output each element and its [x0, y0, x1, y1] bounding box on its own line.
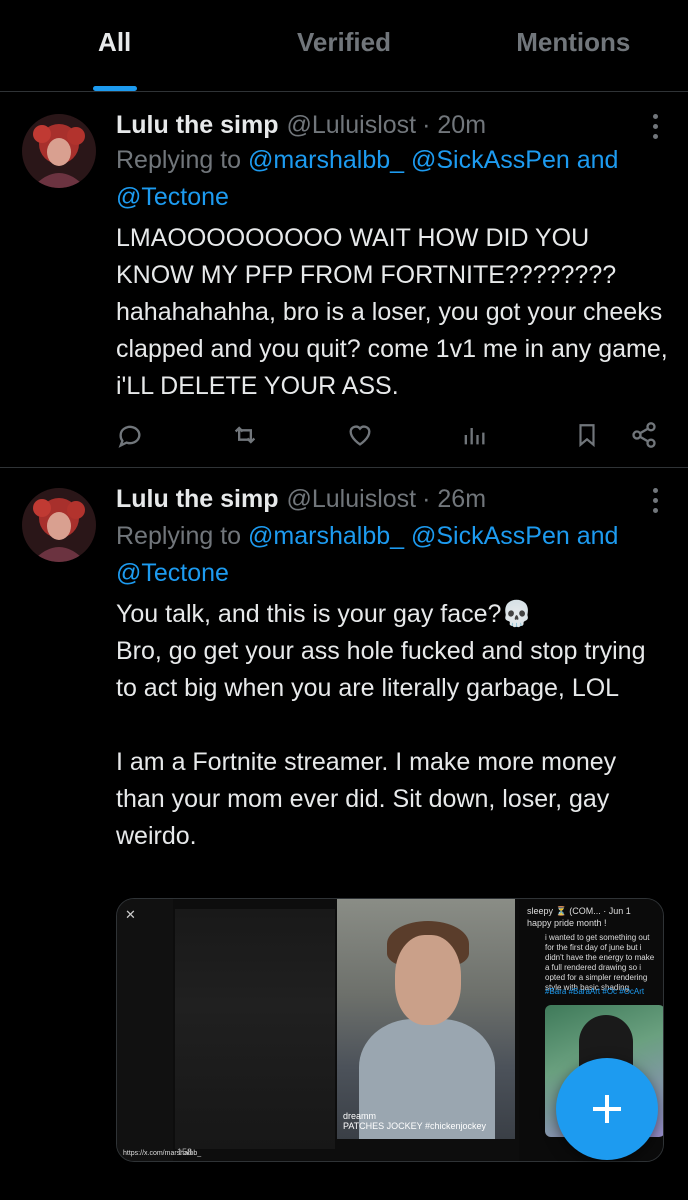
reply-mentions-line2[interactable]: @Tectone: [116, 559, 229, 587]
tweet-time: · 26m: [422, 484, 487, 513]
close-icon: ✕: [125, 907, 136, 922]
embedded-post-header: sleepy ⏳ (COM... · Jun 1 happy pride mon…: [527, 905, 659, 929]
tweet-text-para2: I am a Fortnite streamer. I make more mo…: [116, 748, 617, 850]
video-caption: dreamm PATCHES JOCKEY #chickenjockey: [343, 1111, 486, 1131]
more-options-icon[interactable]: [650, 114, 660, 139]
more-options-icon[interactable]: [650, 488, 660, 513]
video-caption-user: dreamm: [343, 1111, 377, 1121]
reply-icon[interactable]: [116, 421, 144, 449]
avatar[interactable]: [22, 114, 96, 188]
tweet-text-para1: Bro, go get your ass hole fucked and sto…: [116, 637, 646, 702]
tab-mentions[interactable]: Mentions: [459, 0, 688, 91]
author-handle[interactable]: @Luluislost: [287, 111, 417, 140]
tweet-text: You talk, and this is your gay face?💀 Br…: [116, 596, 668, 855]
avatar[interactable]: [22, 488, 96, 562]
media-thumbnail-grid: [175, 909, 335, 1149]
compose-button[interactable]: [556, 1058, 658, 1160]
author-name[interactable]: Lulu the simp: [116, 485, 279, 514]
media-bottom-bar: 158: [177, 1147, 192, 1157]
reply-mentions[interactable]: @marshalbb_ @SickAssPen and: [248, 146, 618, 174]
notification-tabs: All Verified Mentions: [0, 0, 688, 92]
replying-to-prefix: Replying to: [116, 522, 242, 550]
views-count: 158: [177, 1147, 193, 1157]
tweet-header: Lulu the simp @Luluislost · 26m: [116, 482, 664, 516]
media-video-frame: dreamm PATCHES JOCKEY #chickenjockey: [337, 899, 515, 1139]
action-group-right: [574, 421, 658, 449]
tab-verified-label: Verified: [297, 27, 391, 57]
share-icon[interactable]: [630, 421, 658, 449]
video-caption-tags: PATCHES JOCKEY #chickenjockey: [343, 1121, 487, 1131]
author-name[interactable]: Lulu the simp: [116, 111, 279, 140]
embedded-post-user: sleepy ⏳ (COM...: [527, 906, 601, 916]
tab-verified[interactable]: Verified: [229, 0, 458, 91]
active-tab-indicator: [92, 86, 137, 91]
embedded-post-tags: #Bara #BaraArt #Oc #OcArt: [545, 987, 645, 996]
author-handle[interactable]: @Luluislost: [287, 485, 417, 514]
plus-icon: [593, 1095, 621, 1123]
face-shape: [395, 935, 461, 1025]
views-icon[interactable]: [460, 421, 488, 449]
tweet-time: · 20m: [422, 110, 487, 139]
bookmark-icon[interactable]: [574, 421, 600, 449]
replying-to: Replying to @marshalbb_ @SickAssPen and …: [116, 518, 664, 592]
reply-mentions-line2[interactable]: @Tectone: [116, 183, 229, 211]
reply-mentions[interactable]: @marshalbb_ @SickAssPen and: [248, 522, 618, 550]
tweet-text: LMAOOOOOOOOO WAIT HOW DID YOU KNOW MY PF…: [116, 224, 668, 400]
embedded-post-text: i wanted to get something out for the fi…: [545, 933, 655, 992]
replying-to: Replying to @marshalbb_ @SickAssPen and …: [116, 142, 664, 216]
repost-icon[interactable]: [230, 421, 260, 449]
tab-mentions-label: Mentions: [516, 27, 631, 57]
media-left-sidebar: ✕: [117, 899, 173, 1161]
tab-all[interactable]: All: [0, 0, 229, 91]
like-icon[interactable]: [346, 421, 374, 449]
tweet-1[interactable]: Lulu the simp @Luluislost · 20m Replying…: [0, 92, 688, 468]
replying-to-prefix: Replying to: [116, 146, 242, 174]
tweet-text-line1: You talk, and this is your gay face?💀: [116, 600, 533, 628]
tweet-actions: [116, 418, 658, 452]
embedded-post-title: happy pride month !: [527, 918, 607, 928]
embedded-post-date: · Jun 1: [603, 906, 631, 916]
tab-all-label: All: [98, 27, 132, 57]
tweet-header: Lulu the simp @Luluislost · 20m: [116, 108, 664, 142]
